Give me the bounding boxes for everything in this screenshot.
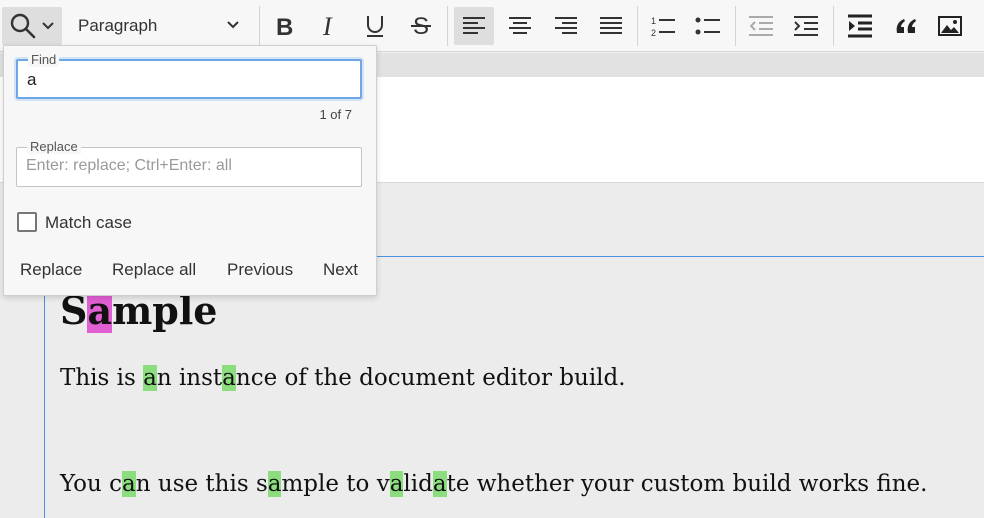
- bulleted-list-icon: [695, 17, 720, 35]
- justify-icon: [600, 17, 622, 34]
- block-quote-button[interactable]: [886, 7, 926, 45]
- bulleted-list-button[interactable]: [688, 7, 728, 45]
- text-run: mple to v: [281, 471, 390, 497]
- italic-icon: I: [322, 14, 333, 38]
- replace-placeholder: Enter: replace; Ctrl+Enter: all: [26, 157, 232, 174]
- svg-text:B: B: [276, 14, 293, 38]
- text-run: n inst: [156, 365, 223, 391]
- find-value: a: [27, 70, 37, 89]
- block-indent-icon: [848, 14, 872, 38]
- text-run: nce of the document editor build.: [235, 365, 626, 391]
- paragraph-1: This is an instance of the document edit…: [60, 362, 626, 394]
- align-right-button[interactable]: [546, 7, 586, 45]
- align-center-icon: [509, 17, 531, 34]
- outdent-button[interactable]: [741, 7, 781, 45]
- replace-input[interactable]: Replace Enter: replace; Ctrl+Enter: all: [16, 139, 362, 187]
- find-input[interactable]: Find a: [16, 52, 362, 99]
- toolbar-separator: [259, 6, 260, 46]
- replace-label: Replace: [27, 139, 81, 154]
- image-icon: [938, 16, 962, 36]
- toolbar-separator: [447, 6, 448, 46]
- align-center-button[interactable]: [500, 7, 540, 45]
- bold-icon: B: [276, 14, 293, 38]
- text-run: n use this s: [135, 471, 268, 497]
- next-button[interactable]: Next: [323, 260, 358, 280]
- justify-button[interactable]: [591, 7, 631, 45]
- underline-icon: [367, 16, 383, 37]
- bold-button[interactable]: B: [266, 7, 304, 45]
- find-label: Find: [28, 52, 60, 67]
- replace-button[interactable]: Replace: [20, 260, 82, 280]
- chevron-down-icon: [42, 22, 54, 30]
- strikethrough-icon: S: [411, 13, 431, 39]
- search-icon: [10, 13, 36, 39]
- svg-text:I: I: [322, 14, 333, 38]
- toolbar-separator: [735, 6, 736, 46]
- quote-icon: [896, 19, 916, 33]
- toolbar-separator: [637, 6, 638, 46]
- svg-text:1: 1: [651, 16, 656, 26]
- insert-image-button[interactable]: [930, 7, 970, 45]
- align-right-icon: [555, 17, 577, 34]
- indent-button[interactable]: [786, 7, 826, 45]
- text-run: You c: [60, 471, 123, 497]
- chevron-down-icon: [227, 21, 239, 29]
- numbered-list-button[interactable]: 12: [643, 7, 683, 45]
- match-case-label[interactable]: Match case: [45, 213, 132, 233]
- text-run: This is: [60, 365, 144, 391]
- search-match: a: [122, 471, 136, 497]
- indent-icon: [794, 16, 818, 36]
- align-left-button[interactable]: [454, 7, 494, 45]
- underline-button[interactable]: [356, 7, 394, 45]
- block-indent-button[interactable]: [840, 7, 880, 45]
- text-run: lid: [403, 471, 433, 497]
- numbered-list-icon: 12: [651, 16, 675, 38]
- search-match: a: [267, 471, 282, 497]
- search-match: a: [222, 365, 236, 391]
- find-replace-panel: Find a 1 of 7 Replace Enter: replace; Ct…: [3, 45, 377, 296]
- search-match: a: [389, 471, 404, 497]
- italic-button[interactable]: I: [311, 7, 349, 45]
- replace-all-button[interactable]: Replace all: [112, 260, 196, 280]
- paragraph-2: You can use this sample to validate whet…: [60, 468, 927, 500]
- match-counter: 1 of 7: [319, 107, 352, 122]
- toolbar-separator: [833, 6, 834, 46]
- outdent-icon: [749, 16, 773, 36]
- search-match: a: [432, 471, 447, 497]
- match-case-checkbox[interactable]: [17, 212, 37, 232]
- align-left-icon: [463, 17, 485, 34]
- heading-dropdown[interactable]: Paragraph: [70, 7, 252, 45]
- find-and-replace-button[interactable]: [2, 7, 62, 45]
- strikethrough-button[interactable]: S: [402, 7, 440, 45]
- text-run: te whether your custom build works fine.: [446, 471, 928, 497]
- search-match: a: [143, 365, 157, 391]
- previous-button[interactable]: Previous: [227, 260, 293, 280]
- svg-text:2: 2: [651, 28, 656, 38]
- heading-dropdown-value: Paragraph: [78, 16, 158, 35]
